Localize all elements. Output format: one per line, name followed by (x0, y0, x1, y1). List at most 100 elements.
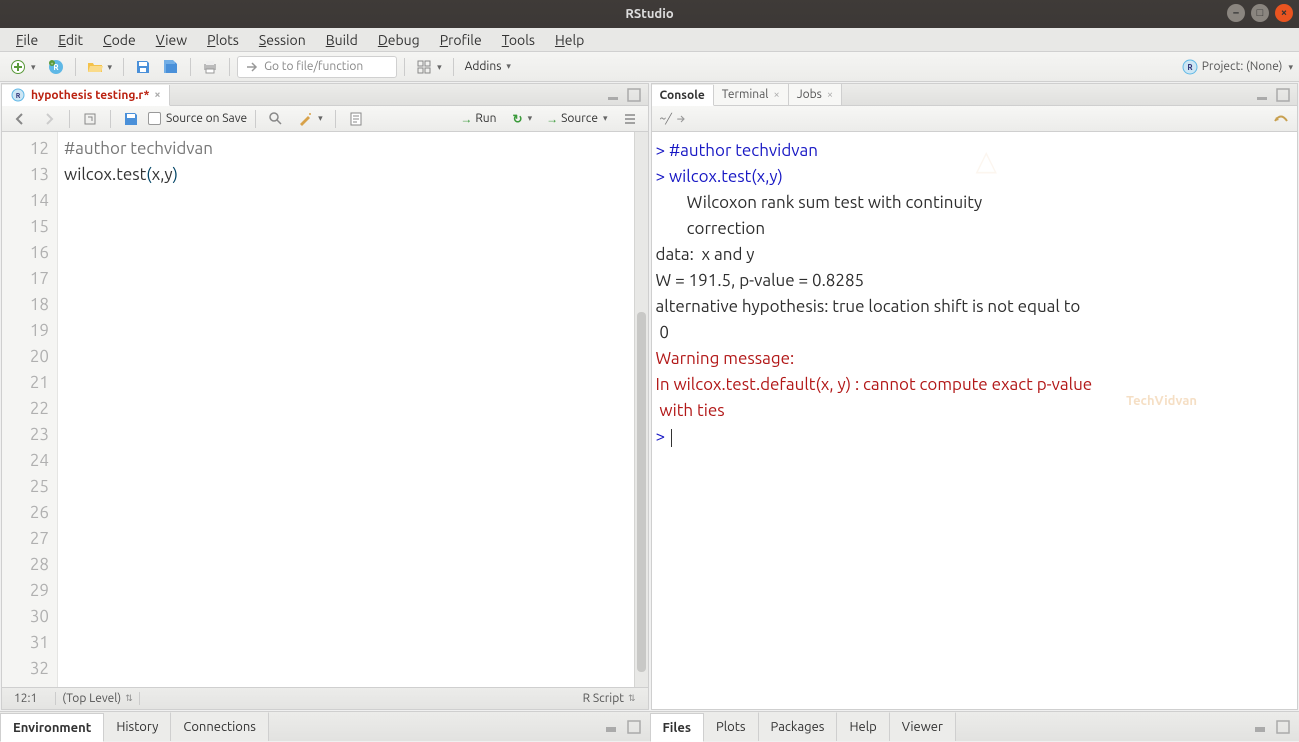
tab-help[interactable]: Help (837, 712, 889, 741)
plus-circle-icon (10, 59, 26, 75)
clear-console-icon[interactable] (1273, 111, 1289, 127)
new-project-button[interactable]: R+ (44, 57, 68, 77)
outline-button[interactable] (618, 109, 642, 129)
main-menubar: File Edit Code View Plots Session Build … (0, 28, 1299, 52)
arrow-right-icon (244, 59, 260, 75)
line-gutter: 1213141516171819202122232425262728293031… (2, 132, 58, 687)
outline-icon (622, 111, 638, 127)
menu-build[interactable]: Build (316, 29, 368, 51)
code-area[interactable]: #author techvidvanwilcox.test(x,y) (58, 132, 634, 687)
menu-profile[interactable]: Profile (430, 29, 492, 51)
svg-text:R: R (16, 92, 21, 100)
menu-session[interactable]: Session (249, 29, 316, 51)
source-tabs: R hypothesis testing.r* × (2, 84, 648, 106)
language-selector[interactable]: R Script ⇅ (577, 692, 642, 705)
editor-scrollbar[interactable] (634, 132, 648, 687)
console-pane: Console Terminal × Jobs × ~/ > #author t… (651, 83, 1299, 710)
grid-view-button[interactable] (412, 57, 446, 77)
window-close-button[interactable]: × (1275, 4, 1293, 22)
r-file-icon: R (10, 87, 26, 103)
addins-menu[interactable]: Addins (461, 58, 515, 75)
arrow-right-icon (41, 111, 57, 127)
source-tab-filename: hypothesis testing.r* (31, 89, 149, 102)
run-button[interactable]: →Run (454, 110, 502, 128)
close-tab-icon[interactable]: × (154, 89, 160, 101)
tab-files[interactable]: Files (650, 713, 704, 742)
menu-code[interactable]: Code (93, 29, 146, 51)
tab-terminal[interactable]: Terminal × (714, 84, 789, 105)
menu-debug[interactable]: Debug (368, 29, 430, 51)
source-button[interactable]: →Source (542, 110, 611, 128)
popout-icon (82, 111, 98, 127)
console-cwd: ~/ (660, 112, 672, 125)
scope-selector[interactable]: (Top Level) ⇅ (55, 692, 139, 705)
folder-open-icon (87, 59, 103, 75)
tab-jobs[interactable]: Jobs × (789, 84, 842, 105)
arrow-left-icon (12, 111, 28, 127)
maximize-pane-icon[interactable] (626, 87, 642, 103)
goto-file-function-input[interactable]: Go to file/function (237, 56, 397, 78)
save-all-icon (163, 59, 179, 75)
grid-icon (416, 59, 432, 75)
goto-dir-icon[interactable] (675, 113, 687, 125)
menu-edit[interactable]: Edit (48, 29, 93, 51)
save-button[interactable] (131, 57, 155, 77)
main-toolbar: R+ Go to file/function Addins R Project:… (0, 52, 1299, 82)
restore-pane-icon[interactable] (604, 719, 620, 735)
cursor-position: 12:1 (8, 692, 43, 705)
rerun-button[interactable]: ↻ (509, 110, 537, 128)
console-toolbar: ~/ (652, 106, 1298, 132)
window-titlebar: RStudio – □ × (0, 0, 1299, 28)
tab-plots[interactable]: Plots (704, 712, 759, 741)
tab-packages[interactable]: Packages (759, 712, 838, 741)
window-maximize-button[interactable]: □ (1251, 4, 1269, 22)
project-menu-caret[interactable] (1286, 60, 1293, 73)
maximize-pane-icon[interactable] (1275, 87, 1291, 103)
code-tools-button[interactable] (293, 109, 327, 129)
minimize-pane-icon[interactable] (606, 87, 622, 103)
maximize-pane-icon[interactable] (1275, 719, 1291, 735)
wand-icon (297, 111, 313, 127)
menu-view[interactable]: View (146, 29, 197, 51)
forward-button[interactable] (37, 109, 61, 129)
source-on-save-label: Source on Save (166, 112, 247, 125)
source-pane: R hypothesis testing.r* × Source on Save (1, 83, 649, 710)
compile-report-button[interactable] (344, 109, 368, 129)
menu-help[interactable]: Help (545, 29, 594, 51)
back-button[interactable] (8, 109, 32, 129)
menu-tools[interactable]: Tools (492, 29, 545, 51)
svg-text:+: + (50, 60, 53, 66)
maximize-pane-icon[interactable] (626, 719, 642, 735)
source-toolbar: Source on Save →Run ↻ →Source (2, 106, 648, 132)
r-project-icon: R (1182, 59, 1198, 75)
new-file-button[interactable] (6, 57, 40, 77)
tab-console[interactable]: Console (652, 85, 714, 106)
save-file-button[interactable] (119, 109, 143, 129)
tab-environment[interactable]: Environment (0, 713, 104, 742)
editor-statusbar: 12:1 (Top Level) ⇅ R Script ⇅ (2, 687, 648, 709)
console-output[interactable]: > #author techvidvan> wilcox.test(x,y) W… (652, 132, 1298, 709)
search-icon (268, 111, 284, 127)
menu-plots[interactable]: Plots (197, 29, 249, 51)
save-all-button[interactable] (159, 57, 183, 77)
save-icon (123, 111, 139, 127)
tab-history[interactable]: History (104, 712, 171, 741)
tab-connections[interactable]: Connections (171, 712, 269, 741)
minimize-pane-icon[interactable] (1255, 87, 1271, 103)
print-button[interactable] (198, 57, 222, 77)
tab-viewer[interactable]: Viewer (890, 712, 956, 741)
menu-file[interactable]: File (6, 29, 48, 51)
window-title: RStudio (625, 7, 673, 21)
right-lower-tabs: Files Plots Packages Help Viewer (650, 711, 1299, 741)
window-minimize-button[interactable]: – (1227, 4, 1245, 22)
find-replace-button[interactable] (264, 109, 288, 129)
plus-r-icon: R+ (48, 59, 64, 75)
source-on-save-checkbox[interactable] (148, 112, 161, 125)
code-editor[interactable]: 1213141516171819202122232425262728293031… (2, 132, 648, 687)
source-tab-file[interactable]: R hypothesis testing.r* × (2, 85, 170, 106)
restore-pane-icon[interactable] (1253, 719, 1269, 735)
open-file-button[interactable] (83, 57, 117, 77)
left-lower-tabs: Environment History Connections (0, 711, 650, 741)
project-label[interactable]: Project: (None) (1202, 60, 1283, 73)
show-in-new-window-button[interactable] (78, 109, 102, 129)
